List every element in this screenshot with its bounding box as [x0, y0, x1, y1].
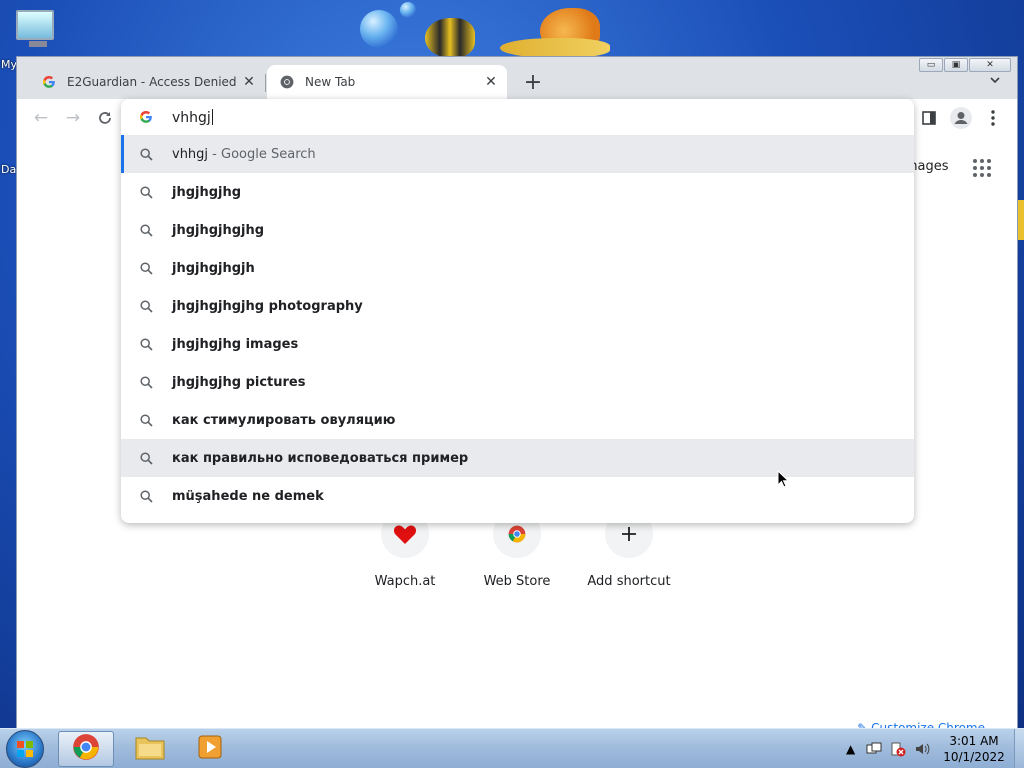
suggestion-item[interactable]: müşahede ne demek [121, 477, 914, 515]
search-icon [138, 184, 154, 200]
clock-time: 3:01 AM [949, 734, 999, 748]
tab-e2guardian[interactable]: E2Guardian - Access Denied ✕ [29, 65, 265, 99]
menu-kebab-icon[interactable] [979, 104, 1007, 132]
minimize-button[interactable]: ▭ [919, 58, 943, 72]
shortcut-label: Wapch.at [374, 574, 436, 589]
desktop-icon-label: Da [1, 163, 17, 176]
chrome-window: ▭ ▣ ✕ E2Guardian - Access Denied ✕ New T… [16, 56, 1018, 730]
search-icon [138, 412, 154, 428]
tab-title: New Tab [305, 75, 356, 89]
chrome-icon [279, 74, 295, 90]
suggestion-text: jhgjhgjhgjhg [172, 222, 265, 238]
omnibox-dropdown: vhhgj vhhgj - Google Search jhgjhgjhg jh… [121, 99, 914, 523]
suggestion-item[interactable]: как стимулировать овуляцию [121, 401, 914, 439]
tab-title: E2Guardian - Access Denied [67, 75, 237, 89]
suggestion-text: jhgjhgjhg pictures [172, 374, 306, 390]
suggestion-item[interactable]: jhgjhgjhg pictures [121, 363, 914, 401]
new-tab-plus-icon[interactable]: + [519, 70, 547, 98]
suggestion-item[interactable]: как правильно исповедоваться пример [121, 439, 914, 477]
clock-date: 10/1/2022 [943, 750, 1005, 764]
address-bar-value[interactable]: vhhgj [172, 110, 211, 126]
suggestion-suffix: - Google Search [208, 146, 316, 162]
restore-button[interactable]: ▣ [944, 58, 968, 72]
taskbar-chrome[interactable] [58, 731, 114, 767]
back-arrow-icon[interactable]: ← [27, 104, 55, 132]
forward-arrow-icon[interactable]: → [59, 104, 87, 132]
suggestion-item[interactable]: jhgjhgjhgjhg photography [121, 287, 914, 325]
tab-new-tab[interactable]: New Tab ✕ [267, 65, 507, 99]
suggestion-item[interactable]: jhgjhgjhg [121, 173, 914, 211]
suggestion-item[interactable]: vhhgj - Google Search [121, 135, 914, 173]
taskbar: ▲ 3:01 AM 10/1/2022 [0, 728, 1024, 768]
system-clock[interactable]: 3:01 AM 10/1/2022 [940, 733, 1008, 765]
network-icon[interactable] [866, 729, 882, 768]
chrome-icon [72, 733, 100, 765]
suggestion-text: jhgjhgjhg [172, 184, 242, 200]
suggestion-text: как правильно исповедоваться пример [172, 450, 469, 466]
search-icon [138, 222, 154, 238]
suggestion-text: jhgjhgjhg images [172, 336, 299, 352]
google-g-icon [41, 74, 57, 90]
side-panel-icon[interactable] [915, 104, 943, 132]
close-tab-icon[interactable]: ✕ [239, 72, 259, 92]
search-icon [138, 146, 154, 162]
mouse-cursor-icon [777, 469, 790, 488]
show-hidden-icons-arrow[interactable]: ▲ [846, 729, 855, 768]
taskbar-explorer[interactable] [122, 731, 178, 767]
folder-icon [135, 734, 165, 764]
shortcut-label: Web Store [483, 574, 551, 589]
suggestion-text: vhhgj [172, 146, 209, 162]
profile-avatar-icon[interactable] [947, 104, 975, 132]
address-bar[interactable]: vhhgj [121, 99, 914, 135]
windows-start-button[interactable] [6, 730, 44, 768]
show-desktop-button[interactable] [1014, 729, 1024, 768]
media-player-icon [198, 735, 222, 763]
suggestion-text: jhgjhgjhgjh [172, 260, 255, 276]
suggestion-item[interactable]: jhgjhgjhgjh [121, 249, 914, 287]
reload-icon[interactable] [91, 104, 119, 132]
close-tab-icon[interactable]: ✕ [481, 72, 501, 92]
tab-search-chevron-icon[interactable] [983, 71, 1007, 95]
suggestion-item[interactable]: jhgjhgjhg images [121, 325, 914, 363]
computer-desktop-icon[interactable] [16, 10, 60, 50]
tab-strip: ▭ ▣ ✕ E2Guardian - Access Denied ✕ New T… [17, 57, 1017, 99]
search-icon [138, 374, 154, 390]
suggestion-text: jhgjhgjhgjhg photography [172, 298, 363, 314]
search-icon [138, 260, 154, 276]
shortcut-label: Add shortcut [587, 574, 671, 589]
volume-icon[interactable] [914, 729, 930, 768]
google-apps-icon[interactable] [973, 159, 991, 177]
search-icon [138, 298, 154, 314]
google-g-icon [138, 109, 154, 125]
close-window-button[interactable]: ✕ [969, 58, 1011, 72]
search-icon [138, 488, 154, 504]
suggestion-text: müşahede ne demek [172, 488, 324, 504]
desktop-icon-label: My [1, 58, 18, 71]
action-center-warning-icon[interactable] [890, 729, 906, 768]
text-caret [211, 108, 213, 125]
taskbar-media-player[interactable] [182, 731, 238, 767]
suggestion-text: как стимулировать овуляцию [172, 412, 396, 428]
suggestion-item[interactable]: jhgjhgjhgjhg [121, 211, 914, 249]
search-icon [138, 450, 154, 466]
window-controls: ▭ ▣ ✕ [918, 58, 1011, 72]
tab-divider [265, 74, 266, 92]
search-icon [138, 336, 154, 352]
